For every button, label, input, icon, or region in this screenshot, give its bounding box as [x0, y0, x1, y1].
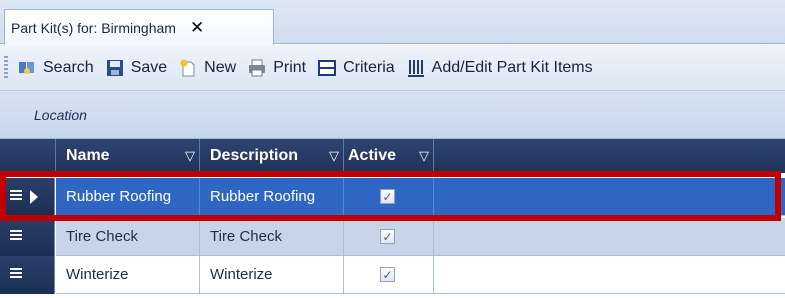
toolbar-grip[interactable] — [4, 55, 8, 80]
criteria-button[interactable]: Criteria — [318, 59, 395, 77]
row-indicator[interactable] — [0, 178, 55, 216]
row-indicator[interactable] — [0, 218, 55, 256]
active-checkbox[interactable]: ✓ — [380, 267, 395, 282]
search-label: Search — [43, 58, 94, 76]
group-by-panel[interactable]: Location — [0, 91, 785, 139]
tab-strip: Part Kit(s) for: Birmingham ✕ — [0, 0, 785, 45]
group-location-label[interactable]: Location — [34, 107, 87, 123]
new-document-icon — [180, 59, 195, 76]
active-checkbox[interactable]: ✓ — [380, 229, 395, 244]
cell-description[interactable]: Rubber Roofing — [200, 178, 344, 216]
cell-active[interactable]: ✓ — [344, 178, 434, 216]
filter-icon[interactable]: ▽ — [185, 148, 195, 164]
row-filler — [434, 218, 785, 256]
cell-active[interactable]: ✓ — [344, 256, 434, 294]
grid-header: Name ▽ Description ▽ Active ▽ — [0, 139, 785, 173]
row-filler — [434, 256, 785, 294]
cell-active[interactable]: ✓ — [344, 218, 434, 256]
column-header-name[interactable]: Name ▽ — [56, 139, 200, 173]
add-edit-label: Add/Edit Part Kit Items — [431, 58, 593, 76]
tab-title: Part Kit(s) for: Birmingham — [11, 19, 176, 36]
cell-name[interactable]: Rubber Roofing — [56, 178, 200, 216]
row-handle-icon — [10, 268, 22, 280]
row-indicator-header — [0, 139, 56, 173]
filter-icon[interactable]: ▽ — [329, 148, 339, 164]
add-edit-part-kit-items-button[interactable]: Add/Edit Part Kit Items — [407, 59, 593, 77]
cell-name[interactable]: Tire Check — [56, 218, 200, 256]
column-header-active[interactable]: Active ▽ — [344, 139, 434, 173]
new-label: New — [204, 58, 237, 76]
criteria-label: Criteria — [343, 58, 395, 76]
cell-name[interactable]: Winterize — [56, 256, 200, 294]
column-description-label: Description — [210, 147, 299, 164]
row-filler — [434, 178, 785, 216]
save-icon — [106, 59, 123, 76]
search-icon — [19, 61, 34, 74]
table-row[interactable]: Rubber Roofing Rubber Roofing ✓ — [0, 178, 785, 216]
toolbar: Search Save New Print Criteria Add/Edit … — [0, 45, 785, 91]
save-button[interactable]: Save — [106, 59, 167, 77]
tab-part-kits[interactable]: Part Kit(s) for: Birmingham ✕ — [4, 9, 274, 45]
active-checkbox[interactable]: ✓ — [380, 189, 395, 204]
current-row-arrow-icon — [30, 190, 38, 204]
row-handle-icon — [10, 230, 22, 242]
barcode-icon — [407, 59, 424, 77]
print-label: Print — [273, 58, 307, 76]
close-icon[interactable]: ✕ — [190, 18, 204, 38]
new-button[interactable]: New — [179, 59, 236, 77]
row-indicator[interactable] — [0, 256, 55, 294]
table-row[interactable]: Tire Check Tire Check ✓ — [0, 218, 785, 256]
criteria-icon — [318, 59, 337, 76]
cell-description[interactable]: Winterize — [200, 256, 344, 294]
printer-icon — [249, 59, 266, 76]
column-header-description[interactable]: Description ▽ — [200, 139, 344, 173]
column-name-label: Name — [66, 147, 110, 164]
column-active-label: Active — [348, 147, 397, 164]
search-button[interactable]: Search — [18, 59, 94, 77]
row-handle-icon — [10, 190, 22, 202]
cell-description[interactable]: Tire Check — [200, 218, 344, 256]
filter-icon[interactable]: ▽ — [419, 148, 429, 164]
table-row[interactable]: Winterize Winterize ✓ — [0, 256, 785, 294]
print-button[interactable]: Print — [248, 59, 306, 77]
save-label: Save — [130, 58, 168, 76]
